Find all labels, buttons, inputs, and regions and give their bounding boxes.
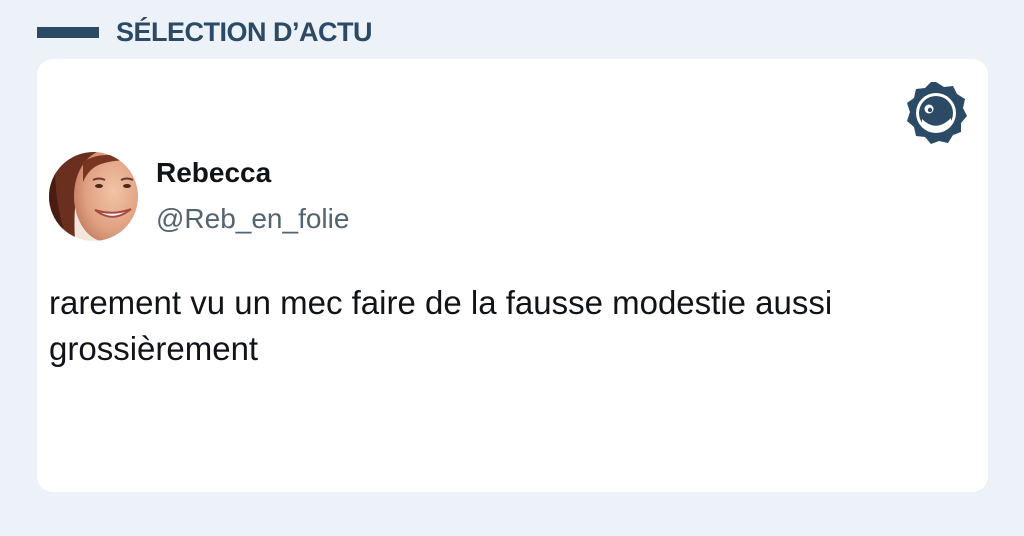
author-name[interactable]: Rebecca [156,156,271,190]
avatar[interactable] [49,152,138,241]
author-handle[interactable]: @Reb_en_folie [156,202,349,236]
brand-logo-icon [907,82,967,144]
section-title: SÉLECTION D’ACTU [116,17,373,47]
tweet-card: Rebecca @Reb_en_folie rarement vu un mec… [37,59,988,492]
header-accent-bar [37,27,99,38]
tweet-text: rarement vu un mec faire de la fausse mo… [49,284,833,367]
